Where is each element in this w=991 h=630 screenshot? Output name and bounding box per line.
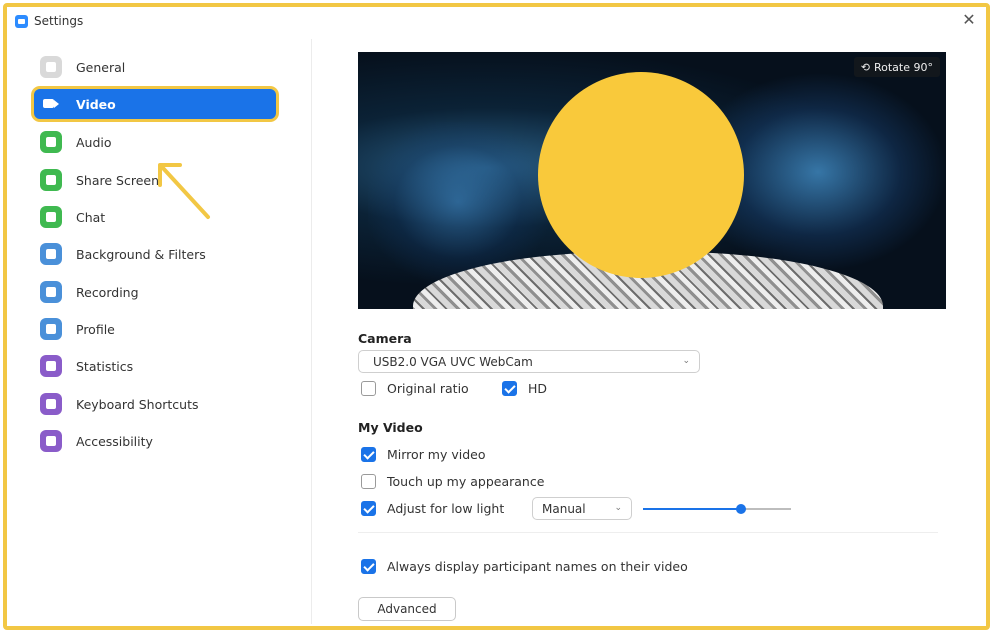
sidebar-item-label: Profile bbox=[76, 321, 115, 337]
rotate-icon: ⟲ bbox=[860, 60, 870, 74]
section-divider bbox=[358, 532, 938, 533]
low-light-mode-value: Manual bbox=[542, 501, 586, 516]
sidebar-item-background-filters[interactable]: Background & Filters bbox=[34, 239, 276, 269]
participant-names-label: Always display participant names on thei… bbox=[387, 559, 688, 574]
video-settings-panel: ⟲ Rotate 90° Camera USB2.0 VGA UVC WebCa… bbox=[312, 39, 972, 624]
hd-row: HD bbox=[502, 381, 547, 396]
sidebar-item-label: Video bbox=[76, 96, 116, 112]
bar-chart-icon bbox=[40, 355, 62, 377]
sidebar-item-label: Statistics bbox=[76, 358, 134, 374]
profile-icon bbox=[40, 318, 62, 340]
share-screen-icon bbox=[40, 169, 62, 191]
participant-names-checkbox[interactable] bbox=[361, 559, 376, 574]
sidebar-item-video[interactable]: Video bbox=[34, 89, 276, 119]
accessibility-icon bbox=[40, 430, 62, 452]
touch-up-label: Touch up my appearance bbox=[387, 474, 545, 489]
chat-bubble-icon bbox=[40, 206, 62, 228]
chevron-down-icon: ⌄ bbox=[682, 355, 690, 366]
sidebar-item-label: Recording bbox=[76, 284, 139, 300]
sidebar-item-statistics[interactable]: Statistics bbox=[34, 351, 276, 381]
video-camera-icon bbox=[40, 93, 62, 115]
annotation-arrow bbox=[158, 163, 210, 219]
sidebar-item-label: Audio bbox=[76, 134, 112, 150]
sidebar-item-label: Background & Filters bbox=[76, 246, 206, 262]
original-ratio-row: Original ratio bbox=[361, 381, 469, 396]
sidebar-item-label: General bbox=[76, 59, 126, 75]
headphones-icon bbox=[40, 131, 62, 153]
window-title: Settings bbox=[34, 14, 84, 28]
camera-select-value: USB2.0 VGA UVC WebCam bbox=[373, 354, 533, 369]
hd-checkbox[interactable] bbox=[502, 381, 517, 396]
face-blur-circle bbox=[538, 72, 744, 278]
rotate-label: Rotate 90° bbox=[873, 60, 933, 74]
record-icon bbox=[40, 281, 62, 303]
touch-up-row: Touch up my appearance bbox=[361, 474, 544, 489]
title-bar: Settings ✕ bbox=[7, 7, 986, 35]
scrollbar[interactable] bbox=[986, 327, 990, 487]
settings-sidebar: General Video Audio Share Screen Chat Ba… bbox=[7, 39, 299, 624]
low-light-mode-select[interactable]: Manual ⌄ bbox=[532, 497, 632, 520]
close-icon[interactable]: ✕ bbox=[960, 11, 978, 29]
low-light-slider-thumb[interactable] bbox=[736, 504, 746, 514]
low-light-row: Adjust for low light bbox=[361, 501, 504, 516]
my-video-heading: My Video bbox=[358, 420, 423, 435]
mirror-label: Mirror my video bbox=[387, 447, 486, 462]
sidebar-item-accessibility[interactable]: Accessibility bbox=[34, 426, 276, 456]
low-light-label: Adjust for low light bbox=[387, 501, 505, 516]
camera-select[interactable]: USB2.0 VGA UVC WebCam ⌄ bbox=[358, 350, 700, 373]
advanced-button[interactable]: Advanced bbox=[358, 597, 456, 621]
settings-window: Settings ✕ General Video Audio Share Scr… bbox=[3, 3, 990, 630]
sidebar-item-profile[interactable]: Profile bbox=[34, 314, 276, 344]
touch-up-checkbox[interactable] bbox=[361, 474, 376, 489]
keyboard-icon bbox=[40, 393, 62, 415]
hd-label: HD bbox=[528, 381, 548, 396]
low-light-checkbox[interactable] bbox=[361, 501, 376, 516]
background-icon bbox=[40, 243, 62, 265]
zoom-app-icon bbox=[15, 14, 28, 28]
gear-icon bbox=[40, 56, 62, 78]
advanced-label: Advanced bbox=[377, 602, 437, 616]
original-ratio-label: Original ratio bbox=[387, 381, 469, 396]
mirror-checkbox[interactable] bbox=[361, 447, 376, 462]
sidebar-item-recording[interactable]: Recording bbox=[34, 277, 276, 307]
sidebar-item-label: Accessibility bbox=[76, 433, 153, 449]
low-light-slider-fill bbox=[643, 508, 741, 510]
sidebar-item-label: Keyboard Shortcuts bbox=[76, 396, 199, 412]
sidebar-item-label: Share Screen bbox=[76, 172, 160, 188]
sidebar-item-audio[interactable]: Audio bbox=[34, 127, 276, 157]
camera-heading: Camera bbox=[358, 331, 412, 346]
sidebar-item-label: Chat bbox=[76, 209, 106, 225]
original-ratio-checkbox[interactable] bbox=[361, 381, 376, 396]
chevron-down-icon: ⌄ bbox=[614, 502, 622, 513]
camera-preview: ⟲ Rotate 90° bbox=[358, 52, 946, 309]
sidebar-item-general[interactable]: General bbox=[34, 52, 276, 82]
rotate-button[interactable]: ⟲ Rotate 90° bbox=[853, 57, 940, 77]
mirror-row: Mirror my video bbox=[361, 447, 486, 462]
participant-names-row: Always display participant names on thei… bbox=[361, 559, 688, 574]
sidebar-item-keyboard-shortcuts[interactable]: Keyboard Shortcuts bbox=[34, 389, 276, 419]
